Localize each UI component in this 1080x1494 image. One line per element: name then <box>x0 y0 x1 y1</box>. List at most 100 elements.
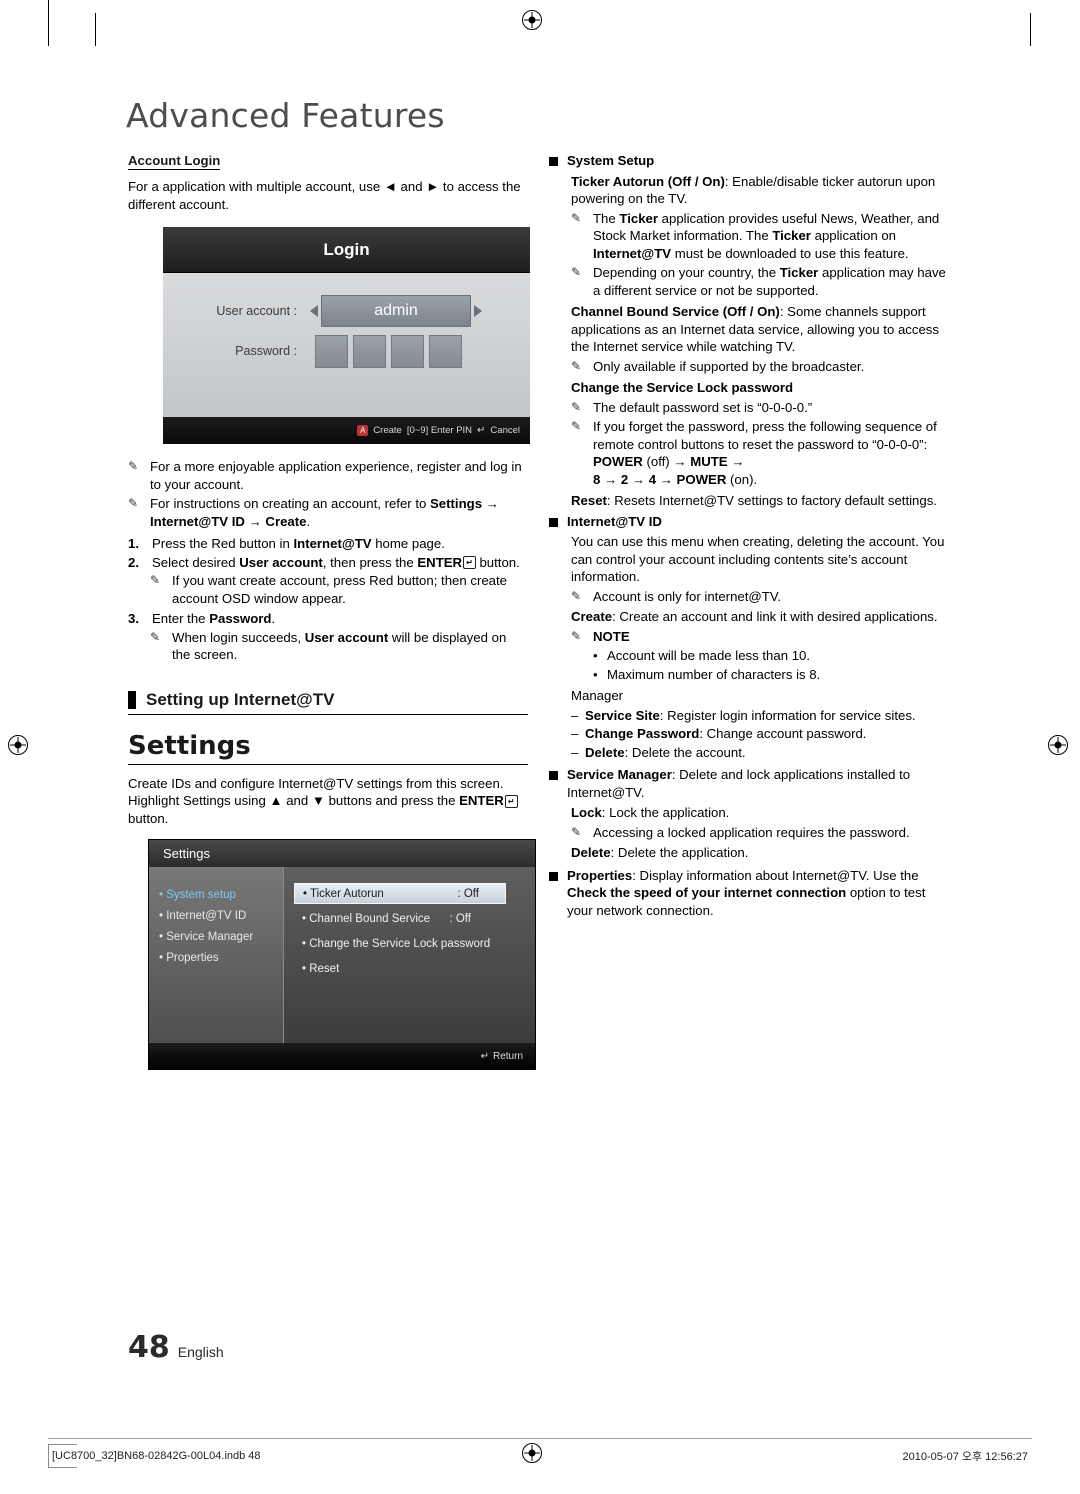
password-box[interactable] <box>391 334 424 368</box>
channel-bound-text: Channel Bound Service (Off / On): Some c… <box>571 304 939 354</box>
reset-text: Reset: Resets Internet@TV settings to fa… <box>571 493 937 508</box>
manager-item-text: Delete: Delete the account. <box>585 744 746 760</box>
note-icon: ✎ <box>571 210 582 225</box>
square-bullet-icon <box>549 771 558 780</box>
note-icon: ✎ <box>128 496 139 510</box>
password-box[interactable] <box>353 334 386 368</box>
step-number: 3. <box>128 611 139 626</box>
create-text: Create: Create an account and link it wi… <box>571 609 938 624</box>
note-text: Depending on your country, the Ticker ap… <box>593 265 946 298</box>
note-text: When login succeeds, User account will b… <box>172 629 507 663</box>
option-change-service-lock-password[interactable]: • Change the Service Lock password <box>294 933 535 954</box>
registration-mark-right <box>1048 735 1068 755</box>
ticker-note-1: ✎ The Ticker application provides useful… <box>571 210 953 263</box>
menu-item-properties[interactable]: • Properties <box>159 948 283 969</box>
note-bullet-text: Account will be made less than 10. <box>607 648 811 663</box>
page-language: English <box>177 1344 224 1360</box>
login-password-row: Password : <box>187 333 530 369</box>
note-create-account-ref: ✎ For instructions on creating an accoun… <box>128 495 528 530</box>
user-account-label: User account : <box>216 304 297 318</box>
note-heading: ✎ NOTE <box>571 628 953 646</box>
login-osd-footer: A Create [0~9] Enter PIN ↵ Cancel <box>163 417 530 444</box>
note-bold-path: Settings → Internet@TV ID → Create <box>150 496 499 529</box>
left-arrow-icon[interactable] <box>310 305 318 317</box>
right-arrow-icon[interactable] <box>474 305 482 317</box>
settings-intro: Create IDs and configure Internet@TV set… <box>128 775 528 828</box>
note-bullet-1: • Account will be made less than 10. <box>593 647 953 665</box>
note-text: For instructions on creating an account,… <box>150 496 499 529</box>
note-icon: ✎ <box>150 573 161 587</box>
menu-item-service-manager[interactable]: • Service Manager <box>159 927 283 948</box>
manager-item-change-password: – Change Password: Change account passwo… <box>571 725 953 743</box>
ticker-autorun-text: Ticker Autorun (Off / On): Enable/disabl… <box>571 173 936 207</box>
option-ticker-autorun[interactable]: • Ticker Autorun : Off <box>294 883 506 904</box>
account-login-heading: Account Login <box>128 153 221 170</box>
id-intro-text: You can use this menu when creating, del… <box>571 534 945 584</box>
crop-mark-top-right <box>1030 13 1031 46</box>
square-bullet-icon <box>549 517 558 527</box>
settings-heading: Settings <box>128 731 528 765</box>
step-2: 2. Select desired User account, then pre… <box>128 554 528 572</box>
dot-bullet-icon: • <box>593 666 598 682</box>
square-bullet-icon <box>549 871 558 881</box>
change-lock-heading: Change the Service Lock password <box>571 380 794 395</box>
note-icon: ✎ <box>150 629 161 644</box>
registration-mark-left <box>8 735 28 755</box>
page-number-block: 48 English <box>128 1330 224 1365</box>
settings-osd-title: Settings <box>149 840 535 867</box>
login-user-account-row: User account : admin <box>187 293 530 329</box>
note-icon: ✎ <box>571 358 582 373</box>
left-column: Account Login For a application with mul… <box>128 152 536 1070</box>
step-1: 1. Press the Red button in Internet@TV h… <box>128 535 528 553</box>
dash-bullet-icon: – <box>571 726 579 741</box>
registration-mark-bottom <box>522 1443 542 1463</box>
footer-file-info: [UC8700_32]BN68-02842G-00L04.indb 48 <box>52 1448 267 1464</box>
dot-bullet-icon: • <box>593 648 598 663</box>
login-osd-screenshot: Login User account : admin Password : A … <box>163 227 530 444</box>
id-note: ✎ Account is only for internet@TV. <box>571 588 953 606</box>
option-reset[interactable]: • Reset <box>294 958 535 979</box>
footer-cancel-label: Cancel <box>490 425 520 436</box>
note-register-login: ✎ For a more enjoyable application exper… <box>128 458 528 493</box>
option-channel-bound-service[interactable]: • Channel Bound Service : Off <box>294 908 535 929</box>
crop-mark-top-left <box>48 0 49 46</box>
registration-mark-top <box>522 10 542 30</box>
note-bullet-text: Maximum number of characters is 8. <box>607 666 821 682</box>
password-box[interactable] <box>315 334 348 368</box>
step-3-note: ✎ When login succeeds, User account will… <box>150 629 528 664</box>
note-icon: ✎ <box>571 265 582 279</box>
settings-osd-screenshot: Settings • System setup • Internet@TV ID… <box>148 839 536 1070</box>
heading-system-setup: System Setup <box>549 152 953 170</box>
menu-item-system-setup[interactable]: • System setup <box>159 885 283 906</box>
note-text: For a more enjoyable application experie… <box>150 459 522 492</box>
manager-item-text: Service Site: Register login information… <box>585 707 916 723</box>
login-osd-title: Login <box>163 227 530 273</box>
heading-internet-tv-id: Internet@TV ID <box>549 513 953 531</box>
settings-osd-left-menu: • System setup • Internet@TV ID • Servic… <box>149 867 283 1043</box>
note-text: If you want create account, press Red bu… <box>172 573 508 606</box>
menu-item-internet-tv-id[interactable]: • Internet@TV ID <box>159 906 283 927</box>
settings-osd-right-panel: • Ticker Autorun : Off • Channel Bound S… <box>283 867 535 1043</box>
note-text: The default password set is “0-0-0-0.” <box>593 399 813 415</box>
ticker-note-2: ✎ Depending on your country, the Ticker … <box>571 264 953 299</box>
heading-text: Service Manager: Delete and lock applica… <box>567 767 911 800</box>
footer-enter-pin-label: [0~9] Enter PIN <box>406 425 473 436</box>
manual-page: Advanced Features Account Login For a ap… <box>0 0 1080 1494</box>
note-text: Account is only for internet@TV. <box>593 588 782 604</box>
password-box[interactable] <box>429 334 462 368</box>
manager-item-service-site: – Service Site: Register login informati… <box>571 707 953 725</box>
heading-text: Properties: Display information about In… <box>567 867 926 918</box>
note-text: If you forget the password, press the fo… <box>593 419 937 487</box>
note-icon: ✎ <box>571 399 582 414</box>
channel-bound-note: ✎ Only available if supported by the bro… <box>571 358 953 376</box>
section-heading-setting-up: Setting up Internet@TV <box>128 690 528 715</box>
heading-text: Internet@TV ID <box>567 513 662 529</box>
user-account-value[interactable]: admin <box>321 295 471 327</box>
password-boxes[interactable] <box>315 334 467 368</box>
dash-bullet-icon: – <box>571 707 579 723</box>
footer-divider <box>48 1438 1032 1439</box>
step-text: Press the Red button in Internet@TV home… <box>152 536 445 551</box>
settings-osd-body: • System setup • Internet@TV ID • Servic… <box>149 867 535 1043</box>
footer-create-label: Create <box>373 425 402 436</box>
note-text: Accessing a locked application requires … <box>593 824 910 840</box>
